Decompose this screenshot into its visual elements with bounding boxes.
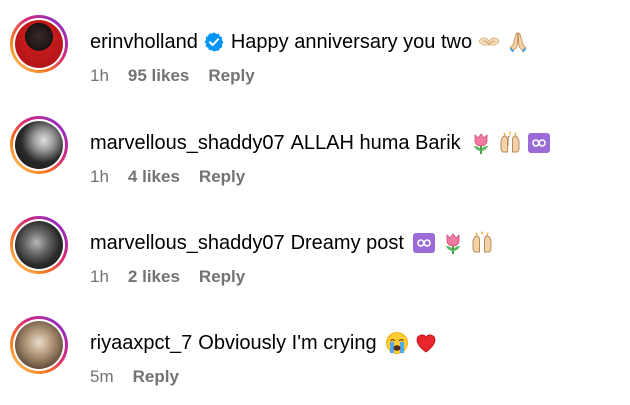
likes-link[interactable]: 95 likes [128, 66, 189, 86]
verified-badge-icon [203, 31, 225, 53]
handshake-heart-icon [477, 30, 501, 54]
comment-meta: 1h 2 likes Reply [90, 267, 245, 287]
avatar-image [15, 321, 63, 369]
comment-text: Happy anniversary you two [230, 31, 473, 53]
comment-meta: 5m Reply [90, 367, 179, 387]
reply-button[interactable]: Reply [133, 367, 179, 387]
comment-item: riyaaxpct_7 Obviously I'm crying 5m Repl… [0, 301, 630, 401]
comment-line: riyaaxpct_7 Obviously I'm crying [90, 329, 438, 357]
comment-time: 1h [90, 66, 109, 85]
comment-meta: 1h 4 likes Reply [90, 167, 245, 187]
comments-list: erinvholland Happy anniversary you two 1… [0, 0, 630, 405]
comment-text: Dreamy post [290, 232, 404, 254]
comment-line: marvellous_shaddy07 ALLAH huma Barik [90, 129, 551, 157]
comment-item: erinvholland Happy anniversary you two 1… [0, 0, 630, 100]
avatar[interactable] [10, 216, 68, 274]
avatar[interactable] [10, 316, 68, 374]
infinity-icon [412, 231, 436, 255]
comment-item: marvellous_shaddy07 ALLAH huma Barik 1h … [0, 101, 630, 201]
comment-line: erinvholland Happy anniversary you two [90, 28, 530, 56]
username-link[interactable]: marvellous_shaddy07 [90, 129, 285, 157]
reply-button[interactable]: Reply [208, 66, 254, 86]
reply-button[interactable]: Reply [199, 267, 245, 287]
avatar-image [15, 20, 63, 68]
avatar-image [15, 121, 63, 169]
comment-text: Obviously I'm crying [198, 332, 377, 354]
avatar[interactable] [10, 116, 68, 174]
comment-meta: 1h 95 likes Reply [90, 66, 255, 86]
tulip-icon [469, 131, 493, 155]
comment-time: 5m [90, 367, 114, 386]
username-link[interactable]: marvellous_shaddy07 [90, 229, 285, 257]
raising-hands-icon [498, 131, 522, 155]
comment-time: 1h [90, 167, 109, 186]
raising-hands-icon [470, 231, 494, 255]
folded-hands-icon [506, 30, 530, 54]
comment-line: marvellous_shaddy07 Dreamy post [90, 229, 494, 257]
crying-face-icon [385, 331, 409, 355]
red-heart-icon [414, 331, 438, 355]
tulip-icon [441, 231, 465, 255]
reply-button[interactable]: Reply [199, 167, 245, 187]
likes-link[interactable]: 2 likes [128, 267, 180, 287]
avatar-image [15, 221, 63, 269]
avatar[interactable] [10, 15, 68, 73]
comment-time: 1h [90, 267, 109, 286]
likes-link[interactable]: 4 likes [128, 167, 180, 187]
username-link[interactable]: erinvholland [90, 28, 198, 56]
comment-item: marvellous_shaddy07 Dreamy post 1h 2 lik… [0, 201, 630, 301]
infinity-icon [527, 131, 551, 155]
comment-text: ALLAH huma Barik [290, 132, 461, 154]
username-link[interactable]: riyaaxpct_7 [90, 329, 192, 357]
